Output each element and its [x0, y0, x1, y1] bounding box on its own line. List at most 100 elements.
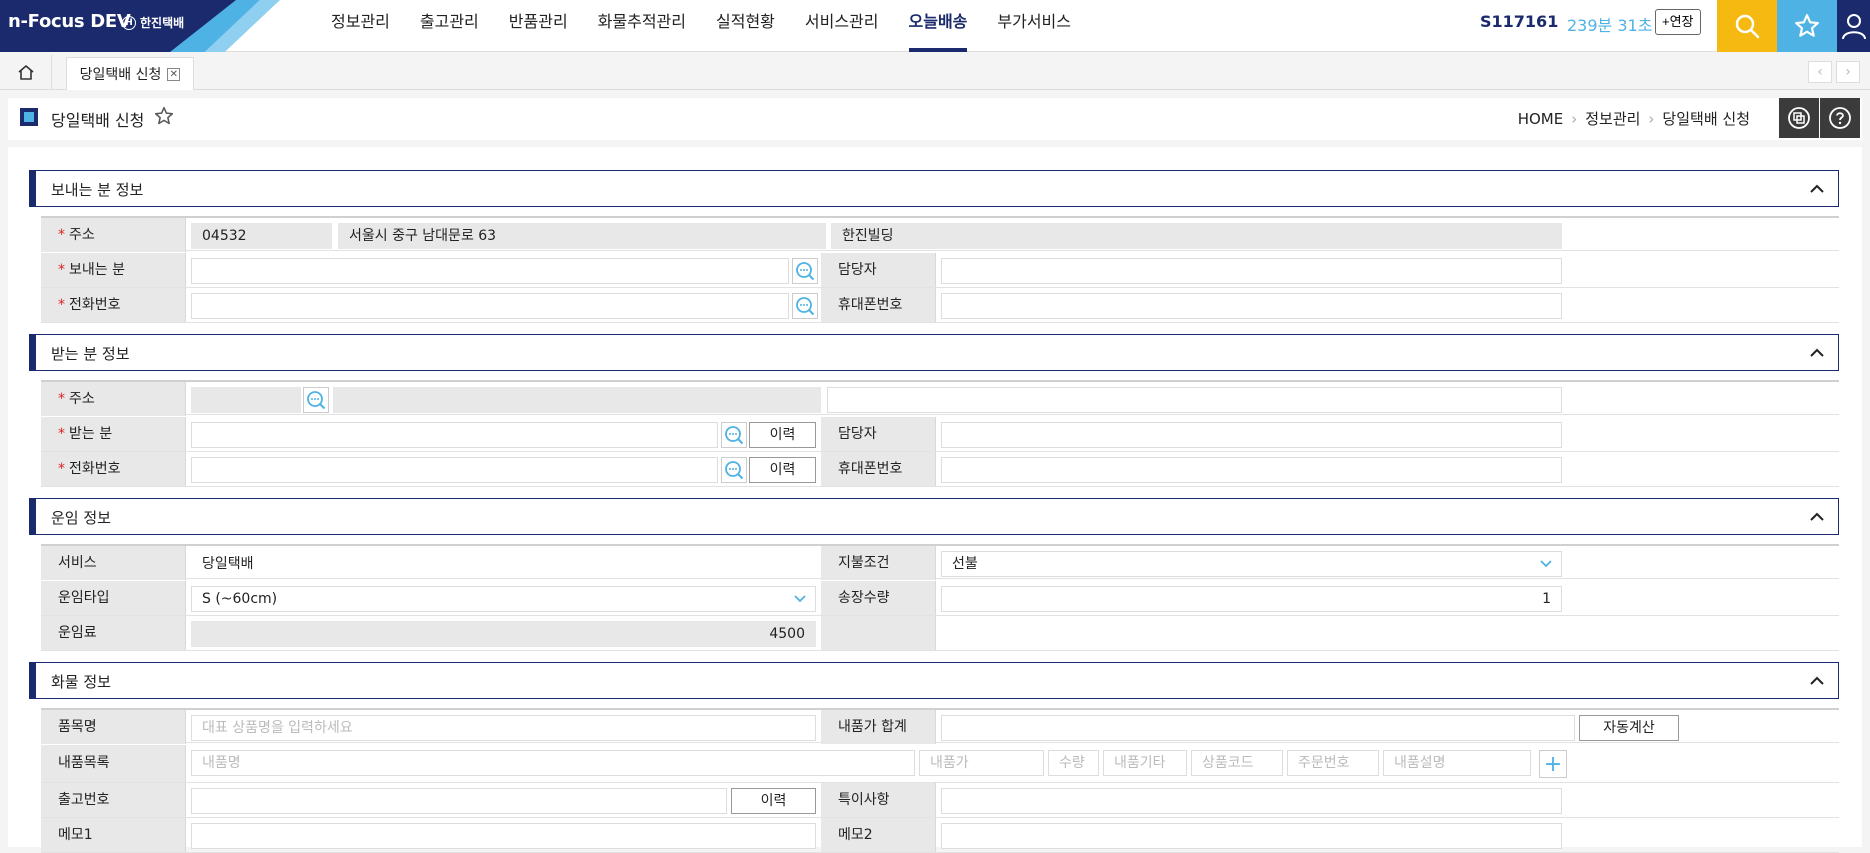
- field-label: 품목명: [41, 710, 186, 744]
- nav-item-service[interactable]: 서비스관리: [790, 0, 894, 52]
- user-id: S117161: [1480, 12, 1559, 31]
- sender-name-search-button[interactable]: [792, 258, 818, 284]
- user-menu-button[interactable]: [1837, 0, 1870, 52]
- chevron-up-icon[interactable]: [1808, 180, 1826, 198]
- receiver-address-search-button[interactable]: [303, 387, 329, 413]
- search-button[interactable]: [1717, 0, 1777, 52]
- nav-item-return[interactable]: 반품관리: [494, 0, 583, 52]
- chevron-down-icon: [1540, 560, 1552, 568]
- service-value: 당일택배: [191, 551, 816, 577]
- cargo-section-header[interactable]: 화물 정보: [29, 662, 1839, 699]
- list-product-code-input[interactable]: 상품코드: [1191, 750, 1283, 776]
- list-order-no-input[interactable]: 주문번호: [1287, 750, 1379, 776]
- item-total-input[interactable]: [941, 715, 1575, 741]
- field-label: 휴대폰번호: [821, 288, 936, 322]
- logo-subtitle: H 한진택배: [122, 14, 184, 31]
- list-etc-input[interactable]: 내품기타: [1103, 750, 1187, 776]
- nav-item-performance[interactable]: 실적현황: [701, 0, 790, 52]
- session-timer: 239분 31초: [1567, 16, 1653, 35]
- help-button[interactable]: [1820, 98, 1860, 138]
- item-name-input[interactable]: 대표 상품명을 입력하세요: [191, 715, 816, 741]
- list-qty-input[interactable]: 수량: [1048, 750, 1099, 776]
- field-label: 송장수량: [821, 581, 936, 615]
- favorites-button[interactable]: [1777, 0, 1837, 52]
- section-title: 운임 정보: [51, 509, 111, 527]
- sender-section-header[interactable]: 보내는 분 정보: [29, 170, 1839, 207]
- cargo-item-row: 품목명 대표 상품명을 입력하세요 내품가 합계 자동계산: [41, 708, 1839, 744]
- sender-mobile-input[interactable]: [941, 293, 1562, 319]
- receiver-name-row: * 받는 분 이력 담당자: [41, 417, 1839, 452]
- receiver-address-field: [333, 387, 821, 413]
- receiver-manager-input[interactable]: [941, 422, 1562, 448]
- nav-item-today-delivery[interactable]: 오늘배송: [894, 0, 983, 52]
- receiver-mobile-input[interactable]: [941, 457, 1562, 483]
- breadcrumb-home[interactable]: HOME: [1518, 110, 1564, 128]
- receiver-section-header[interactable]: 받는 분 정보: [29, 334, 1839, 371]
- field-label: * 주소: [41, 218, 186, 252]
- auto-calc-button[interactable]: 자동계산: [1579, 715, 1679, 741]
- copy-button[interactable]: [1779, 98, 1819, 138]
- sender-address-field: 서울시 중구 남대문로 63: [338, 223, 826, 249]
- main-content: 보내는 분 정보 * 주소 04532 서울시 중구 남대문로 63 한진빌딩 *…: [8, 147, 1862, 853]
- add-item-button[interactable]: +: [1539, 750, 1567, 778]
- favorite-star-icon[interactable]: [154, 106, 174, 126]
- sender-phone-search-button[interactable]: [792, 293, 818, 319]
- receiver-name-input[interactable]: [191, 422, 718, 448]
- freight-type-select[interactable]: S (~60cm): [191, 586, 816, 612]
- nav-item-extra[interactable]: 부가서비스: [982, 0, 1086, 52]
- search-dots-icon: [725, 426, 744, 445]
- search-dots-icon: [725, 461, 744, 480]
- receiver-phone-search-button[interactable]: [721, 457, 747, 483]
- field-label: * 주소: [41, 382, 186, 416]
- nav-item-info[interactable]: 정보관리: [316, 0, 405, 52]
- receiver-phone-input[interactable]: [191, 457, 718, 483]
- memo2-input[interactable]: [941, 823, 1562, 849]
- receiver-name-search-button[interactable]: [721, 422, 747, 448]
- cargo-memo-row: 메모1 메모2: [41, 818, 1839, 853]
- top-bar: n-Focus DEV H 한진택배 정보관리 출고관리 반품관리 화물추적관리 …: [0, 0, 1870, 52]
- field-label: * 보내는 분: [41, 253, 186, 287]
- list-name-input[interactable]: 내품명: [191, 750, 915, 776]
- extend-session-button[interactable]: +연장: [1655, 9, 1701, 35]
- chevron-up-icon[interactable]: [1808, 508, 1826, 526]
- breadcrumb-current: 당일택배 신청: [1662, 110, 1750, 128]
- chevron-up-icon[interactable]: [1808, 344, 1826, 362]
- release-number-input[interactable]: [191, 788, 727, 814]
- receiver-name-history-button[interactable]: 이력: [749, 422, 816, 448]
- tab-same-day-delivery[interactable]: 당일택배 신청 ✕: [66, 57, 194, 90]
- breadcrumb: HOME › 정보관리 › 당일택배 신청: [1518, 108, 1750, 129]
- page-title-icon: [20, 108, 38, 126]
- breadcrumb-info[interactable]: 정보관리: [1585, 108, 1640, 129]
- freight-type-selected-value: S (~60cm): [202, 591, 278, 607]
- tab-next-button[interactable]: ›: [1836, 61, 1860, 83]
- sender-manager-input[interactable]: [941, 258, 1562, 284]
- freight-section-header[interactable]: 운임 정보: [29, 498, 1839, 535]
- sender-address-detail-field: 한진빌딩: [831, 223, 1562, 249]
- home-tab[interactable]: [0, 55, 52, 89]
- field-label: 담당자: [821, 417, 936, 451]
- logo[interactable]: n-Focus DEV H 한진택배: [0, 0, 280, 52]
- list-desc-input[interactable]: 내품설명: [1383, 750, 1531, 776]
- field-label: 내품목록: [41, 745, 186, 782]
- nav-item-tracking[interactable]: 화물추적관리: [583, 0, 701, 52]
- special-notes-input[interactable]: [941, 788, 1562, 814]
- receiver-address-detail-input[interactable]: [827, 387, 1562, 413]
- close-tab-icon[interactable]: ✕: [167, 67, 181, 81]
- receiver-address-row: * 주소: [41, 380, 1839, 416]
- receiver-phone-history-button[interactable]: 이력: [749, 457, 816, 483]
- tab-prev-button[interactable]: ‹: [1808, 61, 1832, 83]
- home-icon: [17, 65, 34, 80]
- sender-phone-input[interactable]: [191, 293, 789, 319]
- payment-select[interactable]: 선불: [941, 551, 1562, 577]
- search-icon: [1735, 14, 1760, 39]
- field-label: 운임타입: [41, 581, 186, 615]
- search-dots-icon: [307, 391, 326, 410]
- sender-name-input[interactable]: [191, 258, 789, 284]
- release-history-button[interactable]: 이력: [731, 788, 816, 814]
- memo1-input[interactable]: [191, 823, 816, 849]
- nav-item-release[interactable]: 출고관리: [405, 0, 494, 52]
- section-title: 받는 분 정보: [51, 345, 130, 363]
- chevron-up-icon[interactable]: [1808, 672, 1826, 690]
- list-price-input[interactable]: 내품가: [919, 750, 1044, 776]
- invoice-count-input[interactable]: 1: [941, 586, 1562, 612]
